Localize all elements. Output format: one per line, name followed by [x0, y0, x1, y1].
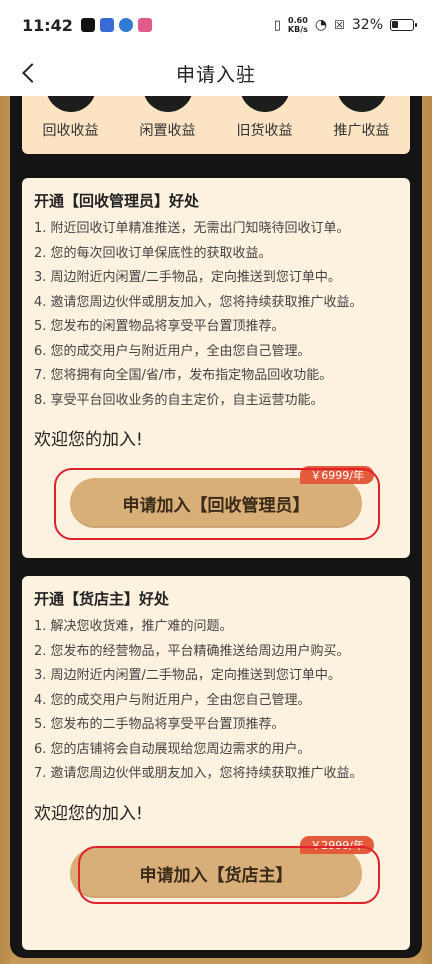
recycle-manager-card: 开通【回收管理员】好处 1. 附近回收订单精准推送，无需出门知晓待回收订单。 2…: [22, 178, 410, 558]
benefit-item: 5. 您发布的二手物品将享受平台置顶推荐。: [34, 717, 285, 732]
apply-recycle-manager-button[interactable]: 申请加入【回收管理员】: [70, 478, 362, 528]
status-right: ▯ 0.60 KB/s ◔ ☒ 32%: [273, 16, 417, 34]
apply-store-owner-button[interactable]: 申请加入【货店主】: [70, 848, 362, 898]
wifi-icon: ◔: [314, 17, 328, 33]
benefit-item: 4. 您的成交用户与附近用户，全由您自己管理。: [34, 692, 311, 708]
category-promotion-income[interactable]: 推广收益: [313, 96, 410, 154]
category-strip: 回收收益 闲置收益 旧货收益 推广收益: [22, 96, 410, 154]
benefit-item: 7. 邀请您周边伙伴或朋友加入，您将持续获取推广收益。: [34, 766, 363, 781]
welcome-text: 欢迎您的加入!: [34, 430, 143, 450]
benefit-item: 5. 您发布的闲置物品将享受平台置顶推荐。: [34, 319, 285, 334]
battery-percent: 32%: [351, 17, 383, 33]
content-area[interactable]: 回收收益 闲置收益 旧货收益 推广收益 开通【回收管理员】好处 1. 附近回收订…: [0, 96, 432, 964]
category-icon: [45, 96, 96, 112]
apply-area: 申请加入【货店主】 ￥2999/年: [22, 836, 410, 908]
category-used-goods-income[interactable]: 旧货收益: [216, 96, 313, 154]
benefit-item: 1. 附近回收订单精准推送，无需出门知晓待回收订单。: [34, 221, 350, 236]
benefit-item: 3. 周边附近内闲置/二手物品，定向推送到您订单中。: [34, 668, 341, 683]
back-button[interactable]: [14, 58, 44, 88]
category-label: 推广收益: [333, 123, 390, 139]
nav-bar: 申请入驻: [0, 50, 432, 96]
benefit-list: 1. 附近回收订单精准推送，无需出门知晓待回收订单。 2. 您的每次回收订单保底…: [34, 217, 398, 413]
bottom-edge: [10, 958, 422, 964]
welcome-text: 欢迎您的加入!: [34, 803, 143, 824]
tiktok-icon: [80, 18, 95, 32]
app-notification-icon: [99, 18, 114, 32]
game-notification-icon: [137, 18, 152, 32]
benefit-item: 1. 解决您收货难，推广难的问题。: [34, 619, 233, 634]
store-owner-card: 开通【货店主】好处 1. 解决您收货难，推广难的问题。 2. 您发布的经营物品，…: [22, 576, 410, 950]
benefit-item: 8. 享受平台回收业务的自主定价，自主运营功能。: [34, 392, 324, 408]
benefit-item: 7. 您将拥有向全国/省/市，发布指定物品回收功能。: [34, 368, 333, 383]
benefit-item: 6. 您的成交用户与附近用户，全由您自己管理。: [34, 343, 311, 359]
card-title: 开通【回收管理员】好处: [34, 192, 200, 210]
net-speed-unit: KB/s: [287, 25, 308, 34]
category-label: 回收收益: [42, 123, 99, 139]
category-idle-income[interactable]: 闲置收益: [119, 96, 216, 154]
sim-icon: ☒: [334, 18, 345, 32]
page-title: 申请入驻: [175, 63, 256, 86]
benefit-list: 1. 解决您收货难，推广难的问题。 2. 您发布的经营物品，平台精确推送给周边用…: [34, 615, 398, 787]
benefit-item: 6. 您的店铺将会自动展现给您周边需求的用户。: [34, 741, 311, 757]
net-speed-value: 0.60: [288, 16, 308, 25]
card-title: 开通【货店主】好处: [34, 590, 170, 608]
battery-icon: [390, 19, 417, 31]
category-icon: [239, 96, 290, 112]
benefit-item: 4. 邀请您周边伙伴或朋友加入，您将持续获取推广收益。: [34, 294, 363, 310]
status-bar: 11:42 ▯ 0.60 KB/s ◔ ☒ 32%: [0, 0, 432, 50]
category-icon: [336, 96, 387, 112]
category-recycle-income[interactable]: 回收收益: [22, 96, 119, 154]
price-tag: ￥2999/年: [300, 836, 374, 854]
benefit-item: 2. 您的每次回收订单保底性的获取收益。: [34, 245, 272, 261]
category-label: 闲置收益: [139, 123, 196, 139]
net-speed: 0.60 KB/s: [288, 16, 308, 34]
category-label: 旧货收益: [236, 123, 293, 139]
status-time: 11:42: [22, 15, 73, 35]
person-notification-icon: [118, 18, 133, 32]
apply-area: 申请加入【回收管理员】 ￥6999/年: [22, 466, 410, 540]
category-icon: [142, 96, 193, 112]
benefit-item: 3. 周边附近内闲置/二手物品，定向推送到您订单中。: [34, 270, 341, 285]
benefit-item: 2. 您发布的经营物品，平台精确推送给周边用户购买。: [34, 643, 350, 659]
vibrate-icon: ▯: [273, 17, 281, 33]
price-tag: ￥6999/年: [300, 466, 374, 484]
chevron-left-icon: [22, 63, 42, 83]
